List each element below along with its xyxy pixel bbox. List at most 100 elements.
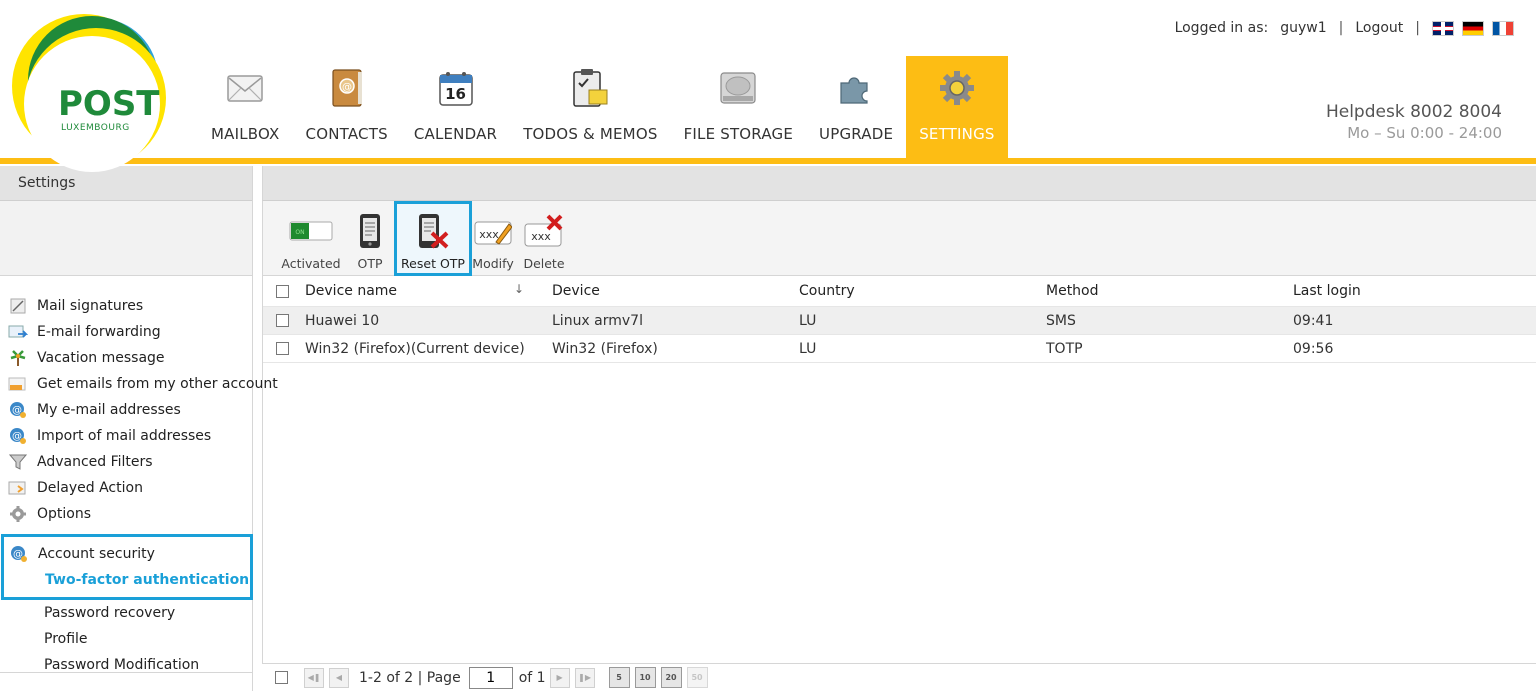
logo-subtitle: LUXEMBOURG bbox=[61, 123, 130, 133]
sidebar-item-two-factor[interactable]: Two-factor authentication bbox=[4, 567, 250, 593]
cell-method: SMS bbox=[1046, 312, 1076, 329]
sidebar-item-profile[interactable]: Profile bbox=[0, 626, 252, 652]
sidebar-item-label: Get emails from my other account bbox=[37, 376, 278, 392]
device-toolbar: ON Activated OTP Reset OTP xxx Modify xx… bbox=[262, 201, 1536, 276]
sidebar-item-password-modification[interactable]: Password Modification bbox=[0, 652, 252, 678]
pager-range: 1-2 of 2 | Page bbox=[359, 669, 461, 686]
sidebar-item-label: Account security bbox=[38, 546, 155, 562]
page-number-input[interactable] bbox=[468, 666, 513, 689]
cell-country: LU bbox=[799, 340, 817, 357]
page-size-50-button[interactable]: 50 bbox=[686, 667, 708, 688]
column-country[interactable]: Country bbox=[799, 283, 855, 299]
pager-select-checkbox[interactable] bbox=[275, 671, 288, 684]
de-flag-icon[interactable] bbox=[1462, 20, 1484, 36]
sidebar-item-label: Mail signatures bbox=[37, 298, 144, 314]
activated-toggle-button[interactable]: ON Activated bbox=[281, 201, 341, 276]
sidebar-item-vacation-message[interactable]: Vacation message bbox=[0, 345, 252, 371]
sidebar-item-label: Delayed Action bbox=[37, 480, 143, 496]
sidebar-item-email-forwarding[interactable]: E-mail forwarding bbox=[0, 319, 252, 345]
delete-button[interactable]: xxx Delete bbox=[521, 201, 567, 276]
svg-text:ON: ON bbox=[295, 229, 304, 236]
first-page-icon[interactable]: ◀❚ bbox=[304, 667, 324, 688]
reset-otp-button[interactable]: Reset OTP bbox=[394, 201, 472, 276]
prev-page-icon[interactable]: ◀ bbox=[329, 667, 349, 688]
row-checkbox[interactable] bbox=[276, 314, 289, 327]
modify-button[interactable]: xxx Modify bbox=[472, 201, 514, 276]
sidebar-item-other-accounts[interactable]: Get emails from my other account bbox=[0, 371, 278, 397]
tab-contacts[interactable]: @ CONTACTS bbox=[293, 56, 401, 158]
cell-device-name: Huawei 10 bbox=[305, 312, 380, 329]
app-header: POST LUXEMBOURG Logged in as: guyw1 | Lo… bbox=[0, 0, 1536, 172]
delete-label: Delete bbox=[523, 256, 565, 271]
sidebar-item-password-recovery[interactable]: Password recovery bbox=[0, 600, 252, 626]
tab-mailbox-label: MAILBOX bbox=[211, 125, 280, 143]
sort-down-icon[interactable]: ↓ bbox=[514, 282, 524, 296]
sidebar-item-label: Password Modification bbox=[44, 657, 200, 673]
table-row[interactable]: Win32 (Firefox)(Current device) Win32 (F… bbox=[263, 335, 1536, 363]
content-header bbox=[262, 166, 1536, 201]
sidebar-item-delayed-action[interactable]: Delayed Action bbox=[0, 475, 252, 501]
tab-mailbox[interactable]: MAILBOX bbox=[198, 56, 293, 158]
addresses-icon: @ bbox=[8, 401, 28, 419]
phone-reset-icon bbox=[416, 213, 450, 249]
otp-label: OTP bbox=[357, 256, 383, 271]
pager-of: of 1 bbox=[518, 669, 546, 686]
page-size-10-button[interactable]: 10 bbox=[634, 667, 656, 688]
device-table: Device name ↓ Device Country Method Last… bbox=[262, 276, 1536, 663]
otp-button[interactable]: OTP bbox=[353, 201, 387, 276]
helpdesk-info: Helpdesk 8002 8004 Mo – Su 0:00 - 24:00 bbox=[1326, 102, 1502, 142]
tab-settings[interactable]: SETTINGS bbox=[906, 56, 1008, 158]
table-row[interactable]: Huawei 10 Linux armv7l LU SMS 09:41 bbox=[263, 307, 1536, 335]
tab-calendar[interactable]: 16 CALENDAR bbox=[401, 56, 510, 158]
username: guyw1 bbox=[1280, 20, 1327, 36]
tab-todos-label: TODOS & MEMOS bbox=[523, 125, 658, 143]
fr-flag-icon[interactable] bbox=[1492, 20, 1514, 36]
page-size-5-button[interactable]: 5 bbox=[608, 667, 630, 688]
en-flag-icon[interactable] bbox=[1432, 20, 1454, 36]
gear-icon bbox=[8, 505, 28, 523]
sidebar-item-label: Password recovery bbox=[44, 605, 176, 621]
account-security-highlight: @ Account security Two-factor authenticat… bbox=[1, 534, 253, 600]
pagination-bar: ◀❚ ◀ 1-2 of 2 | Page of 1 ▶ ❚▶ 5 10 20 5… bbox=[262, 663, 1536, 691]
todo-clipboard-icon bbox=[570, 68, 610, 108]
row-checkbox[interactable] bbox=[276, 342, 289, 355]
sidebar-item-label: Vacation message bbox=[37, 350, 165, 366]
tab-contacts-label: CONTACTS bbox=[305, 125, 388, 143]
sidebar-item-label: Advanced Filters bbox=[37, 454, 153, 470]
next-page-icon[interactable]: ▶ bbox=[549, 667, 570, 688]
separator: | bbox=[1338, 20, 1344, 36]
helpdesk-title: Helpdesk 8002 8004 bbox=[1325, 102, 1502, 122]
signature-icon bbox=[8, 297, 28, 315]
tab-upgrade[interactable]: UPGRADE bbox=[806, 56, 906, 158]
calendar-day: 16 bbox=[445, 85, 466, 103]
separator: | bbox=[1415, 20, 1420, 36]
sidebar-item-import-addresses[interactable]: @ Import of mail addresses bbox=[0, 423, 252, 449]
tab-file-storage[interactable]: FILE STORAGE bbox=[671, 56, 806, 158]
select-all-checkbox[interactable] bbox=[276, 284, 289, 298]
sidebar-item-advanced-filters[interactable]: Advanced Filters bbox=[0, 449, 252, 475]
column-method[interactable]: Method bbox=[1046, 283, 1099, 299]
pop-icon bbox=[8, 375, 28, 393]
column-device[interactable]: Device bbox=[552, 283, 600, 299]
sidebar-item-my-addresses[interactable]: @ My e-mail addresses bbox=[0, 397, 252, 423]
sidebar-item-account-security[interactable]: @ Account security bbox=[4, 541, 250, 567]
import-icon: @ bbox=[8, 427, 28, 445]
main-content: ON Activated OTP Reset OTP xxx Modify xx… bbox=[262, 166, 1536, 691]
header-accent-bar bbox=[0, 158, 1536, 164]
tab-todos-memos[interactable]: TODOS & MEMOS bbox=[510, 56, 670, 158]
toggle-on-icon: ON bbox=[289, 213, 333, 249]
logout-link[interactable]: Logout bbox=[1355, 20, 1403, 36]
column-last-login[interactable]: Last login bbox=[1293, 283, 1361, 299]
page-size-20-button[interactable]: 20 bbox=[660, 667, 682, 688]
cell-device: Linux armv7l bbox=[552, 312, 643, 329]
sidebar-item-mail-signatures[interactable]: Mail signatures bbox=[0, 293, 252, 319]
account-security-submenu: Password recovery Profile Password Modif… bbox=[0, 600, 252, 678]
last-page-icon[interactable]: ❚▶ bbox=[574, 667, 595, 688]
main-navigation: MAILBOX @ CONTACTS 16 CALENDAR TODOS & M… bbox=[198, 56, 1008, 158]
column-device-name[interactable]: Device name bbox=[305, 283, 397, 299]
post-luxembourg-logo[interactable]: POST LUXEMBOURG bbox=[0, 0, 170, 175]
sidebar-item-options[interactable]: Options bbox=[0, 501, 252, 527]
table-header-row: Device name ↓ Device Country Method Last… bbox=[263, 276, 1536, 307]
helpdesk-hours: Mo – Su 0:00 - 24:00 bbox=[1347, 124, 1502, 142]
cell-last-login: 09:41 bbox=[1293, 312, 1334, 329]
